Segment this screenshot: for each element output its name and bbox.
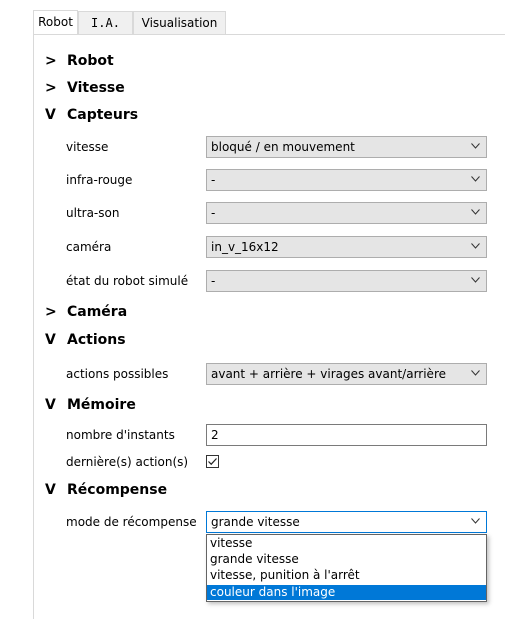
combo-value: - xyxy=(211,206,216,220)
collapse-arrow-icon: V xyxy=(45,332,56,348)
infra-rouge-combo[interactable]: - xyxy=(206,169,487,191)
combo-value: - xyxy=(211,274,216,288)
section-title: Robot xyxy=(67,53,114,69)
label-camera: caméra xyxy=(66,240,112,254)
combo-value: bloqué / en mouvement xyxy=(211,140,355,154)
section-title: Récompense xyxy=(67,482,168,498)
chevron-down-icon xyxy=(471,143,480,149)
label-ultra-son: ultra-son xyxy=(66,206,120,220)
chevron-down-icon xyxy=(471,243,480,249)
label-actions-possibles: actions possibles xyxy=(66,367,169,381)
dernieres-actions-checkbox[interactable] xyxy=(206,455,219,468)
ultra-son-combo[interactable]: - xyxy=(206,202,487,224)
label-vitesse: vitesse xyxy=(66,140,109,154)
label-infra-rouge: infra-rouge xyxy=(66,173,133,187)
section-recompense[interactable]: V Récompense xyxy=(45,479,167,501)
chevron-down-icon xyxy=(471,518,480,524)
section-title: Caméra xyxy=(67,304,128,320)
dropdown-option-vitesse[interactable]: vitesse xyxy=(207,536,486,551)
camera-combo[interactable]: in_v_16x12 xyxy=(206,236,487,258)
section-title: Capteurs xyxy=(67,107,139,123)
dropdown-option-vitesse-punition[interactable]: vitesse, punition à l'arrêt xyxy=(207,568,486,583)
label-etat-robot: état du robot simulé xyxy=(66,274,189,288)
section-robot[interactable]: > Robot xyxy=(45,50,114,72)
collapse-arrow-icon: V xyxy=(45,482,56,498)
section-capteurs[interactable]: V Capteurs xyxy=(45,104,138,126)
tab-ia[interactable]: I.A. xyxy=(78,11,133,34)
combo-value: avant + arrière + virages avant/arrière xyxy=(211,367,446,381)
chevron-down-icon xyxy=(471,277,480,283)
actions-possibles-combo[interactable]: avant + arrière + virages avant/arrière xyxy=(206,363,487,385)
mode-recompense-dropdown: vitesse grande vitesse vitesse, punition… xyxy=(206,534,487,602)
chevron-down-icon xyxy=(471,176,480,182)
combo-value: in_v_16x12 xyxy=(211,240,279,254)
expand-arrow-icon: > xyxy=(45,304,57,320)
checkmark-icon xyxy=(208,458,217,466)
expand-arrow-icon: > xyxy=(45,53,57,69)
section-memoire[interactable]: V Mémoire xyxy=(45,394,136,416)
combo-value: grande vitesse xyxy=(211,515,300,529)
mode-recompense-combo[interactable]: grande vitesse xyxy=(206,511,487,533)
tab-visualisation[interactable]: Visualisation xyxy=(133,11,226,34)
section-camera[interactable]: > Caméra xyxy=(45,301,127,323)
collapse-arrow-icon: V xyxy=(45,107,56,123)
collapse-arrow-icon: V xyxy=(45,397,56,413)
section-vitesse[interactable]: > Vitesse xyxy=(45,77,125,99)
label-dernieres-actions: dernière(s) action(s) xyxy=(66,455,189,469)
tab-robot[interactable]: Robot xyxy=(33,10,78,35)
chevron-down-icon xyxy=(471,370,480,376)
combo-value: - xyxy=(211,173,216,187)
section-title: Mémoire xyxy=(67,397,136,413)
section-title: Vitesse xyxy=(67,80,125,96)
expand-arrow-icon: > xyxy=(45,80,57,96)
dropdown-option-grande-vitesse[interactable]: grande vitesse xyxy=(207,552,486,567)
section-title: Actions xyxy=(67,332,126,348)
vitesse-combo[interactable]: bloqué / en mouvement xyxy=(206,136,487,158)
label-mode-recompense: mode de récompense xyxy=(66,515,197,529)
dropdown-option-couleur-image[interactable]: couleur dans l'image xyxy=(207,585,486,600)
etat-robot-combo[interactable]: - xyxy=(206,270,487,292)
chevron-down-icon xyxy=(471,209,480,215)
label-nombre-instants: nombre d'instants xyxy=(66,428,175,442)
nombre-instants-input[interactable]: 2 xyxy=(206,424,487,446)
section-actions[interactable]: V Actions xyxy=(45,329,126,351)
